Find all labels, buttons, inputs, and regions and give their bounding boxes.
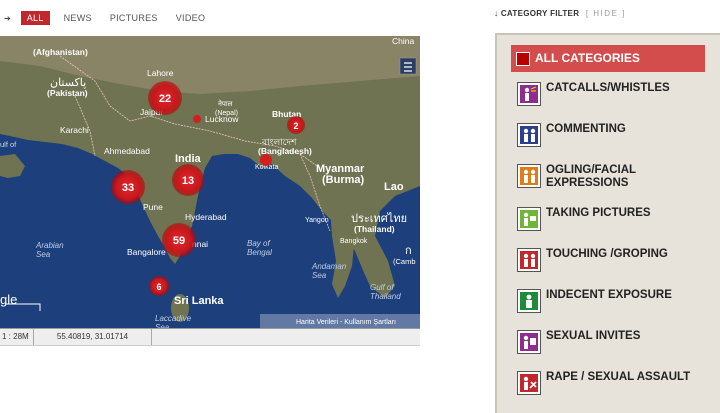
- cluster-2-label: 2: [293, 121, 298, 131]
- label-bangkok: Bangkok: [340, 238, 368, 245]
- map-canvas[interactable]: China (Afghanistan) پاکستان (Pakistan) L…: [0, 36, 420, 328]
- label-india: India: [175, 153, 202, 165]
- label-china: China: [392, 36, 414, 46]
- cluster-13-label: 13: [182, 175, 194, 187]
- gulf-of-thailand-line: Gulf of: [370, 283, 394, 292]
- category-all-label: ALL CATEGORIES: [535, 51, 640, 65]
- label-pakistan: (Pakistan): [47, 88, 88, 98]
- sea-label-line: Thailand: [370, 292, 401, 301]
- google-logo: gle: [0, 292, 17, 307]
- category-filter-header: ↓ CATEGORY FILTER [ HIDE ]: [494, 9, 626, 18]
- commenting-icon: [517, 123, 541, 147]
- label-lahore: Lahore: [147, 68, 174, 78]
- category-label: TAKING PICTURES: [546, 207, 651, 219]
- label-pune: Pune: [143, 202, 163, 212]
- label-ahmedabad: Ahmedabad: [104, 146, 150, 156]
- sea-label-line: Sea: [36, 250, 51, 259]
- label-yangon: Yangon: [305, 217, 329, 224]
- label-hyderabad: Hyderabad: [185, 212, 227, 222]
- touching-icon: [517, 248, 541, 272]
- cluster-33-label: 33: [122, 182, 134, 194]
- map-attribution[interactable]: Harita Verileri - Kullanım Şartları: [296, 319, 396, 326]
- label-karachi: Karachi: [60, 125, 89, 135]
- cluster-22-label: 22: [159, 93, 171, 105]
- laccadive-sea-line: Laccadive: [155, 314, 192, 323]
- marker-kolkata[interactable]: [260, 154, 272, 166]
- label-laos: Lao: [384, 181, 404, 193]
- all-categories-icon: [516, 52, 530, 66]
- category-label: CATCALLS/WHISTLES: [546, 82, 670, 94]
- category-label: SEXUAL INVITES: [546, 330, 641, 342]
- camera-icon: [517, 207, 541, 231]
- tab-news[interactable]: NEWS: [64, 13, 92, 23]
- media-tabs: ➔ ALL NEWS PICTURES VIDEO: [0, 10, 223, 26]
- map-layers-control[interactable]: [399, 57, 417, 75]
- tabs-arrow-icon: ➔: [4, 13, 11, 23]
- category-filter-title: CATEGORY FILTER: [500, 9, 580, 18]
- hide-filter-link[interactable]: [ HIDE ]: [586, 9, 626, 18]
- collapse-arrow-icon[interactable]: ↓: [494, 9, 498, 18]
- tab-all[interactable]: ALL: [20, 11, 50, 25]
- category-label: COMMENTING: [546, 123, 626, 135]
- andaman-sea-line: Andaman: [311, 262, 347, 271]
- label-thailand: (Thailand): [354, 224, 395, 234]
- label-burma: (Burma): [322, 174, 365, 186]
- marker-lucknow[interactable]: [193, 115, 201, 123]
- arabian-sea-line: Arabian: [35, 241, 64, 250]
- label-bangalore: Bangalore: [127, 247, 166, 257]
- label-nepal-native: नेपाल: [218, 99, 233, 108]
- label-sri-lanka: Sri Lanka: [174, 295, 224, 307]
- tab-video[interactable]: VIDEO: [176, 13, 206, 23]
- cluster-6-label: 6: [156, 282, 161, 292]
- assault-icon: [517, 371, 541, 395]
- category-label: RAPE / SEXUAL ASSAULT: [546, 371, 691, 383]
- label-gulf-left: ulf of: [0, 140, 17, 149]
- invites-icon: [517, 330, 541, 354]
- label-cambodia-native: ก: [405, 245, 412, 257]
- category-panel: ALL CATEGORIES CATCALLS/WHISTLES COMMENT…: [495, 33, 720, 413]
- label-bay-of-bengal: Bay of Bengal: [247, 239, 272, 257]
- label-lucknow: Lucknow: [205, 114, 239, 124]
- bay-of-bengal-line: Bay of: [247, 239, 270, 248]
- sea-label-line: Sea: [312, 271, 327, 280]
- category-label: INDECENT EXPOSURE: [546, 289, 672, 301]
- tab-pictures[interactable]: PICTURES: [110, 13, 158, 23]
- catcalls-icon: [517, 82, 541, 106]
- category-all[interactable]: ALL CATEGORIES: [511, 45, 705, 72]
- category-label: TOUCHING /GROPING: [546, 248, 668, 260]
- map-statusbar: 1 : 28M 55.40819, 31.01714: [0, 328, 420, 346]
- map-scale: 1 : 28M: [0, 329, 34, 345]
- sea-label-line: Bengal: [247, 248, 272, 257]
- map-coordinates: 55.40819, 31.01714: [34, 329, 152, 345]
- label-cambodia: (Camb: [393, 257, 416, 266]
- incident-map[interactable]: China (Afghanistan) پاکستان (Pakistan) L…: [0, 36, 420, 328]
- category-label: OGLING/FACIAL EXPRESSIONS: [546, 164, 636, 189]
- cluster-59-label: 59: [173, 235, 185, 247]
- ogling-icon: [517, 164, 541, 188]
- label-afghanistan: (Afghanistan): [33, 47, 88, 57]
- exposure-icon: [517, 289, 541, 313]
